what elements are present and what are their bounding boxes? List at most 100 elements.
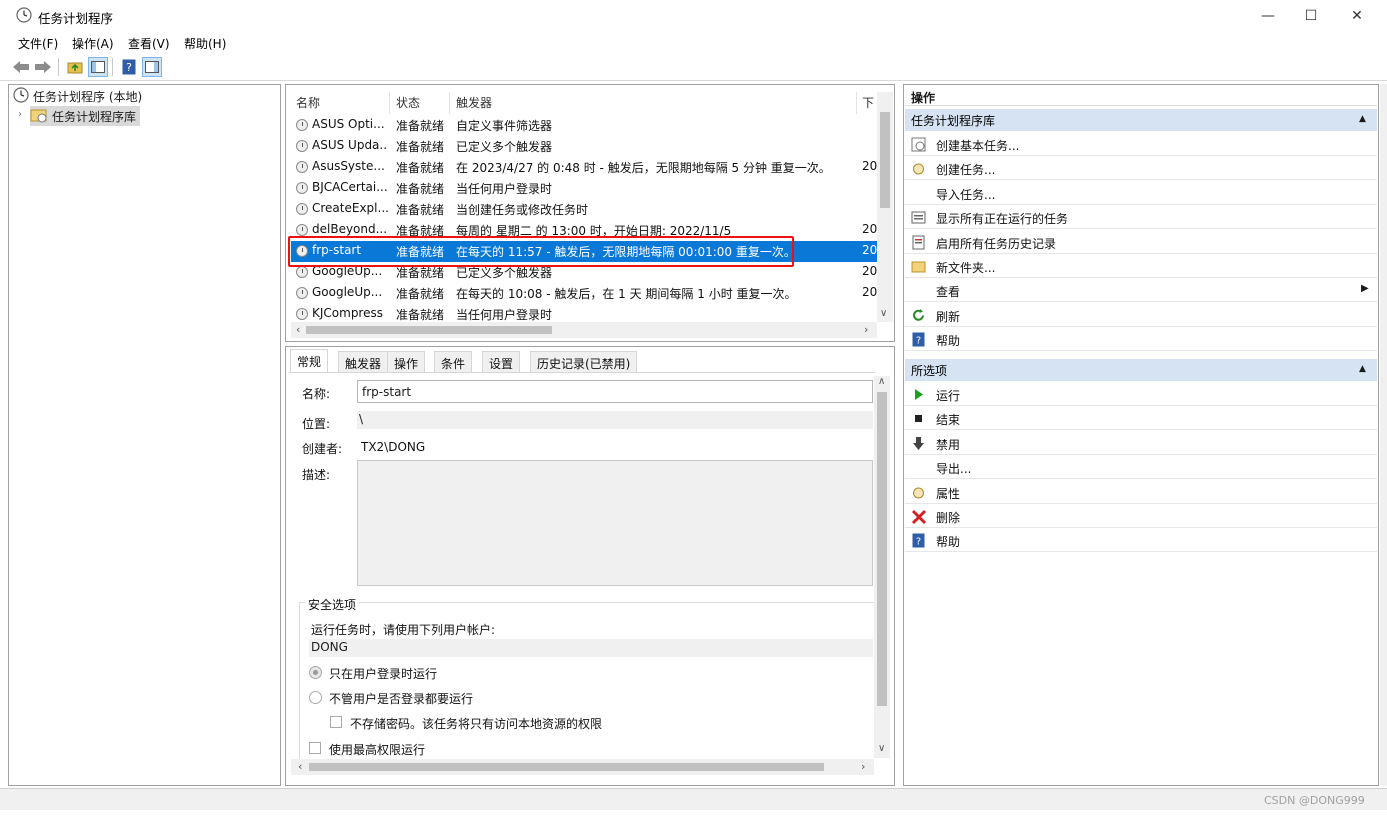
table-row[interactable]: GoogleUp... 准备就绪 在每天的 10:08 - 触发后，在 1 天 期间…: [291, 283, 877, 304]
action-item[interactable]: 删除: [905, 505, 1377, 528]
properties-icon: [911, 485, 926, 500]
action-item-label: 新文件夹...: [936, 261, 996, 275]
collapse-up-icon[interactable]: ▲: [1359, 114, 1366, 124]
menu-action[interactable]: 操作(A): [72, 35, 114, 52]
description-label: 描述:: [302, 468, 331, 482]
table-row[interactable]: ASUS Opti... 准备就绪 自定义事件筛选器: [291, 115, 877, 136]
back-icon[interactable]: [11, 57, 31, 77]
action-item[interactable]: 禁用: [905, 432, 1377, 455]
end-icon: [911, 411, 926, 426]
radio-run-whether-logged-on-label: 不管用户是否登录都要运行: [329, 692, 474, 706]
action-item-label: 删除: [936, 511, 961, 525]
action-item[interactable]: 结束: [905, 407, 1377, 431]
column-separator: [389, 92, 390, 114]
minimize-button[interactable]: —: [1245, 0, 1291, 31]
create-task-icon: [911, 161, 926, 176]
scroll-up-icon[interactable]: ∧: [878, 376, 885, 387]
delete-icon: [911, 509, 927, 525]
vscroll-thumb[interactable]: [880, 112, 890, 208]
tree-item-library[interactable]: 任务计划程序库: [30, 106, 141, 126]
running-tasks-icon: [911, 210, 926, 225]
scroll-right-icon[interactable]: ›: [861, 760, 865, 773]
task-status-cell: 准备就绪: [396, 161, 445, 175]
action-item[interactable]: 导入任务...: [905, 182, 1377, 205]
task-status-cell: 准备就绪: [396, 287, 445, 301]
scroll-down-icon[interactable]: ∨: [880, 308, 887, 319]
menu-view[interactable]: 查看(V): [128, 35, 170, 52]
action-item[interactable]: 运行: [905, 383, 1377, 406]
menu-file[interactable]: 文件(F): [18, 35, 58, 52]
action-item[interactable]: ? 帮助: [905, 328, 1377, 352]
hscroll-thumb[interactable]: [306, 326, 552, 334]
details-hscroll-thumb[interactable]: [309, 763, 824, 771]
table-row[interactable]: BJCACertai... 准备就绪 当任何用户登录时: [291, 178, 877, 199]
help-icon: ?: [911, 533, 926, 548]
task-trigger-cell: 在每天的 10:08 - 触发后，在 1 天 期间每隔 1 小时 重复一次。: [456, 287, 797, 301]
tab-history[interactable]: 历史记录(已禁用): [530, 351, 638, 373]
submenu-arrow-icon[interactable]: ▶: [1361, 283, 1369, 294]
action-item[interactable]: 启用所有任务历史记录: [905, 231, 1377, 254]
action-item[interactable]: ? 帮助: [905, 529, 1377, 553]
tab-conditions[interactable]: 条件: [434, 351, 473, 373]
tab-settings[interactable]: 设置: [482, 351, 521, 373]
collapse-up-icon[interactable]: ▲: [1359, 364, 1366, 374]
help-icon: ?: [911, 332, 926, 347]
action-item-label: 导入任务...: [936, 187, 996, 202]
action-item-label: 导出...: [936, 462, 972, 477]
task-name-cell: AsusSyste...: [312, 159, 385, 173]
action-item[interactable]: 导出...: [905, 456, 1377, 480]
checkbox-highest-privileges[interactable]: [309, 742, 321, 754]
scroll-left-icon[interactable]: ‹: [298, 760, 302, 773]
column-header-next-run[interactable]: 下: [862, 94, 874, 112]
disable-icon: [911, 436, 926, 451]
name-field[interactable]: frp-start: [357, 380, 873, 403]
column-header-trigger[interactable]: 触发器: [456, 94, 492, 112]
menu-help[interactable]: 帮助(H): [184, 35, 226, 52]
description-field[interactable]: [357, 460, 873, 586]
author-value: TX2\DONG: [361, 440, 426, 454]
table-row[interactable]: CreateExpl... 准备就绪 当创建任务或修改任务时: [291, 199, 877, 220]
tab-triggers[interactable]: 触发器: [338, 351, 389, 373]
task-trigger-cell: 已定义多个触发器: [456, 140, 553, 154]
column-header-status[interactable]: 状态: [396, 94, 420, 112]
help-icon[interactable]: ?: [119, 57, 139, 77]
task-status-cell: 准备就绪: [396, 203, 445, 217]
action-item[interactable]: 创建任务...: [905, 157, 1377, 181]
details-vscroll-thumb[interactable]: [877, 392, 887, 706]
radio-run-whether-logged-on[interactable]: [309, 691, 322, 704]
action-item[interactable]: 刷新: [905, 304, 1377, 327]
forward-icon[interactable]: [33, 57, 53, 77]
show-hide-tree-icon[interactable]: [88, 57, 108, 77]
window-edge: [1380, 84, 1387, 786]
action-item[interactable]: 属性: [905, 481, 1377, 504]
table-row[interactable]: AsusSyste... 准备就绪在 2023/4/27 的 0:48 时 - 触…: [291, 157, 877, 178]
tab-actions[interactable]: 操作: [387, 351, 426, 373]
task-clock-icon: [296, 182, 308, 194]
close-button[interactable]: ✕: [1334, 0, 1380, 31]
checkbox-do-not-store-password[interactable]: [330, 716, 342, 728]
task-status-cell: 准备就绪: [396, 119, 445, 133]
table-row[interactable]: ASUS Upda... 准备就绪 已定义多个触发器: [291, 136, 877, 157]
scroll-right-icon[interactable]: ›: [864, 323, 868, 336]
scroll-down-icon[interactable]: ∨: [878, 743, 885, 754]
maximize-button[interactable]: ☐: [1288, 0, 1334, 31]
action-item[interactable]: 创建基本任务...: [905, 133, 1377, 156]
column-header-name[interactable]: 名称: [296, 94, 320, 112]
show-hide-action-pane-icon[interactable]: [142, 57, 162, 77]
location-label: 位置:: [302, 417, 331, 431]
action-item[interactable]: 显示所有正在运行的任务: [905, 206, 1377, 230]
action-item[interactable]: 查看: [905, 279, 1377, 303]
up-folder-icon[interactable]: [65, 57, 85, 77]
tree-root[interactable]: 任务计划程序 (本地): [13, 86, 142, 106]
action-item-label: 属性: [936, 486, 961, 501]
scroll-left-icon[interactable]: ‹: [296, 323, 300, 336]
actions-section-library[interactable]: 任务计划程序库: [905, 109, 1377, 131]
tab-general[interactable]: 常规: [290, 349, 329, 373]
radio-run-logged-on[interactable]: [309, 666, 322, 679]
chevron-right-icon[interactable]: ›: [18, 109, 22, 120]
actions-section-selected[interactable]: 所选项: [905, 359, 1377, 381]
action-item-label: 禁用: [936, 437, 961, 452]
window-title: 任务计划程序: [38, 11, 114, 26]
action-item-label: 帮助: [936, 334, 961, 349]
action-item[interactable]: 新文件夹...: [905, 255, 1377, 278]
